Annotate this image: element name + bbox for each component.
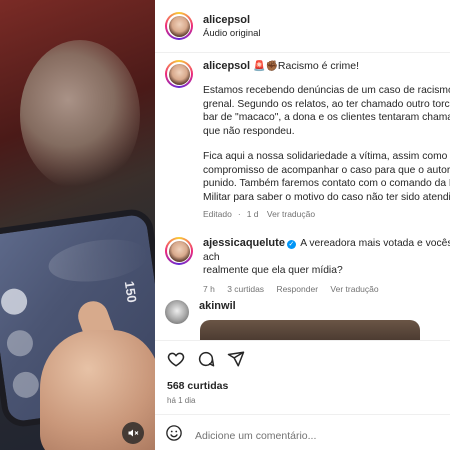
heart-icon[interactable] [165, 348, 187, 370]
video-background-figure [20, 40, 140, 190]
comment-media-preview[interactable] [200, 320, 420, 340]
comment-input[interactable]: Adicione um comentário... [195, 430, 316, 442]
post-header: alicepsol Áudio original [155, 0, 450, 53]
comment-username[interactable]: ajessicaquelute [203, 237, 285, 249]
caption-username[interactable]: alicepsol [203, 60, 250, 72]
add-comment-bar: Adicione um comentário... [165, 424, 316, 447]
comment-icon[interactable] [195, 348, 217, 370]
caption-avatar[interactable] [165, 60, 193, 88]
emoji-icon[interactable] [165, 424, 183, 447]
post-video[interactable]: 150 [0, 0, 155, 450]
send-icon[interactable] [225, 348, 247, 370]
comment-username[interactable]: akinwil [199, 300, 236, 312]
divider [155, 340, 450, 341]
audio-label[interactable]: Áudio original [203, 28, 261, 39]
comment-avatar[interactable] [165, 300, 189, 324]
comment-reply-button[interactable]: Responder [276, 284, 318, 294]
siren-emoji-icon: 🚨 [253, 61, 266, 72]
comment-item: ajessicaquelute ✓ A vereadora mais votada… [165, 237, 450, 294]
author-avatar[interactable] [165, 12, 193, 40]
caption-see-translation[interactable]: Ver tradução [267, 209, 315, 219]
comment-avatar[interactable] [165, 237, 193, 265]
likes-count[interactable]: 568 curtidas [167, 380, 228, 392]
caption-edited: Editado [203, 209, 232, 219]
comment-likes[interactable]: 3 curtidas [227, 284, 264, 294]
speaker-muted-icon[interactable] [122, 422, 144, 444]
post-side-panel: alicepsol Áudio original alicepsol 🚨✊🏾Ra… [155, 0, 450, 450]
caption-age: 1 d [246, 209, 259, 219]
post-action-bar [165, 348, 255, 370]
caption-headline: Racismo é crime! [277, 60, 360, 72]
comment-age: 7 h [203, 283, 215, 294]
hand-emoji-icon: ✊🏾 [265, 61, 278, 72]
post-time[interactable]: há 1 dia [167, 396, 195, 405]
verified-badge-icon: ✓ [286, 240, 296, 249]
comment-see-translation[interactable]: Ver tradução [330, 284, 378, 294]
caption-paragraph-1: Estamos recebendo denúncias de um caso d… [203, 85, 450, 137]
divider [155, 414, 450, 415]
caption-paragraph-2: Fica aqui a nossa solidariedade a vítima… [203, 151, 450, 203]
author-username[interactable]: alicepsol [203, 14, 261, 26]
comments-list[interactable]: alicepsol 🚨✊🏾Racismo é crime! Estamos re… [155, 54, 450, 340]
post-caption: alicepsol 🚨✊🏾Racismo é crime! Estamos re… [165, 60, 450, 219]
